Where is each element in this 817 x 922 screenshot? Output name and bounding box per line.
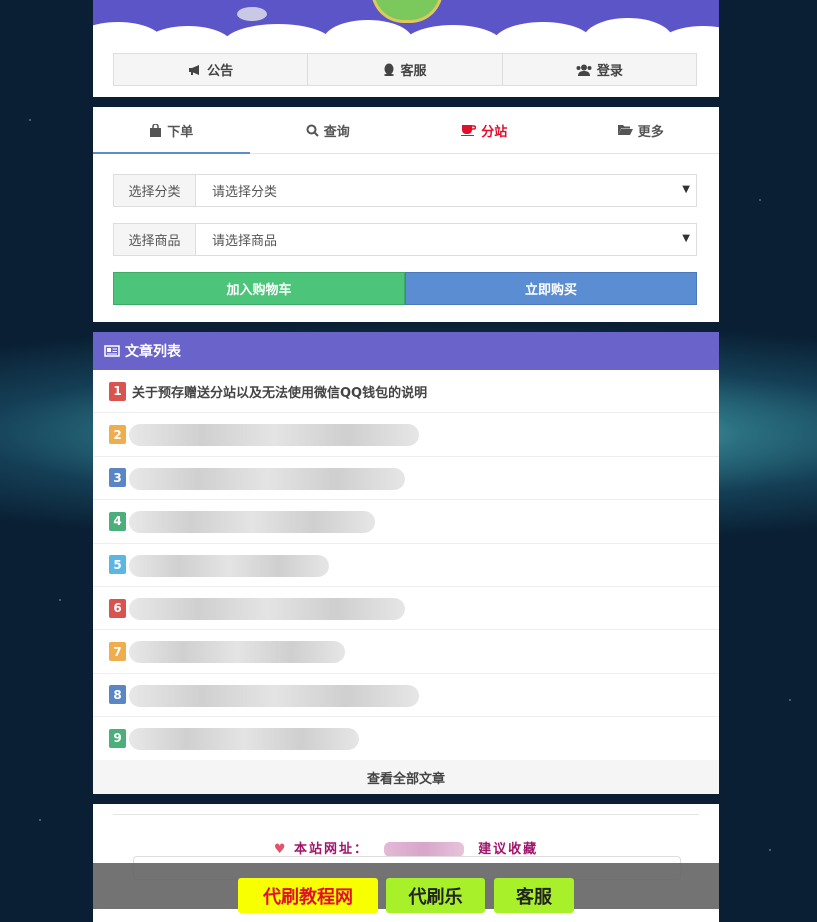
customer-service-label: 客服 — [400, 64, 427, 79]
blurred-title — [129, 684, 419, 707]
bullhorn-icon — [188, 64, 202, 76]
article-item[interactable]: 3 — [93, 457, 719, 501]
users-icon — [576, 64, 592, 76]
article-item[interactable]: 5 — [93, 544, 719, 587]
category-select[interactable]: 请选择分类 ▼ — [196, 175, 696, 206]
product-select-group: 选择商品 请选择商品 ▼ — [113, 223, 697, 256]
product-select[interactable]: 请选择商品 ▼ — [196, 224, 696, 255]
tab-more-label: 更多 — [637, 124, 664, 140]
tab-order[interactable]: 下单 — [93, 107, 250, 154]
shopping-bag-icon — [149, 123, 162, 137]
tab-substation[interactable]: 分站 — [406, 107, 563, 153]
article-item[interactable]: 6 — [93, 587, 719, 631]
order-actions: 加入购物车 立即购买 — [113, 272, 697, 305]
category-select-value: 请选择分类 — [212, 185, 278, 200]
announcement-label: 公告 — [207, 64, 234, 79]
article-number: 1 — [109, 381, 126, 401]
bottom-floating-bar: 代刷教程网 代刷乐 客服 — [93, 863, 719, 913]
tab-query[interactable]: 查询 — [250, 107, 407, 153]
blurred-title — [129, 728, 359, 751]
buy-now-button[interactable]: 立即购买 — [405, 272, 697, 305]
article-item[interactable]: 4 — [93, 500, 719, 544]
article-number: 8 — [109, 685, 126, 705]
article-item[interactable]: 7 — [93, 630, 719, 674]
site-url-value — [383, 842, 464, 857]
search-icon — [306, 124, 319, 137]
tab-more[interactable]: 更多 — [563, 107, 720, 153]
blurred-title — [129, 467, 405, 490]
blurred-title — [129, 597, 405, 620]
article-number: 7 — [109, 642, 126, 662]
article-header-title: 文章列表 — [125, 344, 181, 360]
blurred-title — [129, 554, 329, 577]
login-button[interactable]: 登录 — [502, 54, 696, 85]
article-card: 文章列表 1 关于预存赠送分站以及无法使用微信QQ钱包的说明 2 3 4 5 6… — [93, 332, 719, 794]
blurred-title — [129, 424, 419, 447]
customer-service-float-button[interactable]: 客服 — [494, 878, 574, 913]
article-number: 6 — [109, 598, 126, 618]
top-nav: 公告 客服 登录 — [113, 53, 697, 86]
customer-service-button[interactable]: 客服 — [308, 54, 503, 85]
blurred-title — [129, 511, 375, 534]
article-title: 关于预存赠送分站以及无法使用微信QQ钱包的说明 — [132, 385, 428, 401]
article-item[interactable]: 9 — [93, 717, 719, 761]
product-select-value: 请选择商品 — [212, 234, 278, 249]
tutorial-site-button[interactable]: 代刷教程网 — [238, 878, 378, 913]
article-header: 文章列表 — [93, 332, 719, 370]
caret-down-icon: ▼ — [682, 184, 690, 195]
header-card: 公告 客服 登录 — [93, 0, 719, 97]
article-item[interactable]: 1 关于预存赠送分站以及无法使用微信QQ钱包的说明 — [93, 370, 719, 414]
tab-substation-label: 分站 — [481, 124, 508, 140]
site-url-label: 本站网址： — [294, 842, 370, 857]
coffee-icon — [461, 124, 477, 136]
tab-query-label: 查询 — [323, 124, 350, 140]
article-number: 3 — [109, 468, 126, 488]
qq-icon — [383, 63, 395, 76]
tab-order-label: 下单 — [167, 124, 194, 140]
newspaper-icon — [104, 345, 120, 357]
order-tabs: 下单 查询 分站 更多 — [93, 107, 719, 154]
planet-decoration — [237, 7, 267, 21]
logo-avatar — [371, 0, 443, 23]
view-all-articles-button[interactable]: 查看全部文章 — [93, 760, 719, 794]
announcement-button[interactable]: 公告 — [114, 54, 309, 85]
order-card: 下单 查询 分站 更多 选择分类 请选择分类 ▼ 选择商品 请选择商品 ▼ 加入… — [93, 107, 719, 322]
article-number: 4 — [109, 511, 126, 531]
article-number: 9 — [109, 728, 126, 748]
folder-open-icon — [617, 124, 633, 136]
heart-icon: ♥ — [273, 842, 288, 857]
article-number: 5 — [109, 555, 126, 575]
article-number: 2 — [109, 425, 126, 445]
add-to-cart-button[interactable]: 加入购物车 — [113, 272, 405, 305]
banner-art — [93, 0, 719, 44]
bookmark-hint: 建议收藏 — [478, 842, 539, 857]
blurred-title — [129, 641, 345, 664]
article-item[interactable]: 8 — [93, 674, 719, 718]
divider — [113, 814, 699, 815]
daishuale-button[interactable]: 代刷乐 — [386, 878, 485, 913]
caret-down-icon: ▼ — [682, 233, 690, 244]
product-label: 选择商品 — [114, 224, 196, 255]
category-select-group: 选择分类 请选择分类 ▼ — [113, 174, 697, 207]
category-label: 选择分类 — [114, 175, 196, 206]
article-item[interactable]: 2 — [93, 413, 719, 457]
login-label: 登录 — [596, 64, 623, 79]
site-url-line: ♥ 本站网址： 建议收藏 — [93, 838, 719, 857]
